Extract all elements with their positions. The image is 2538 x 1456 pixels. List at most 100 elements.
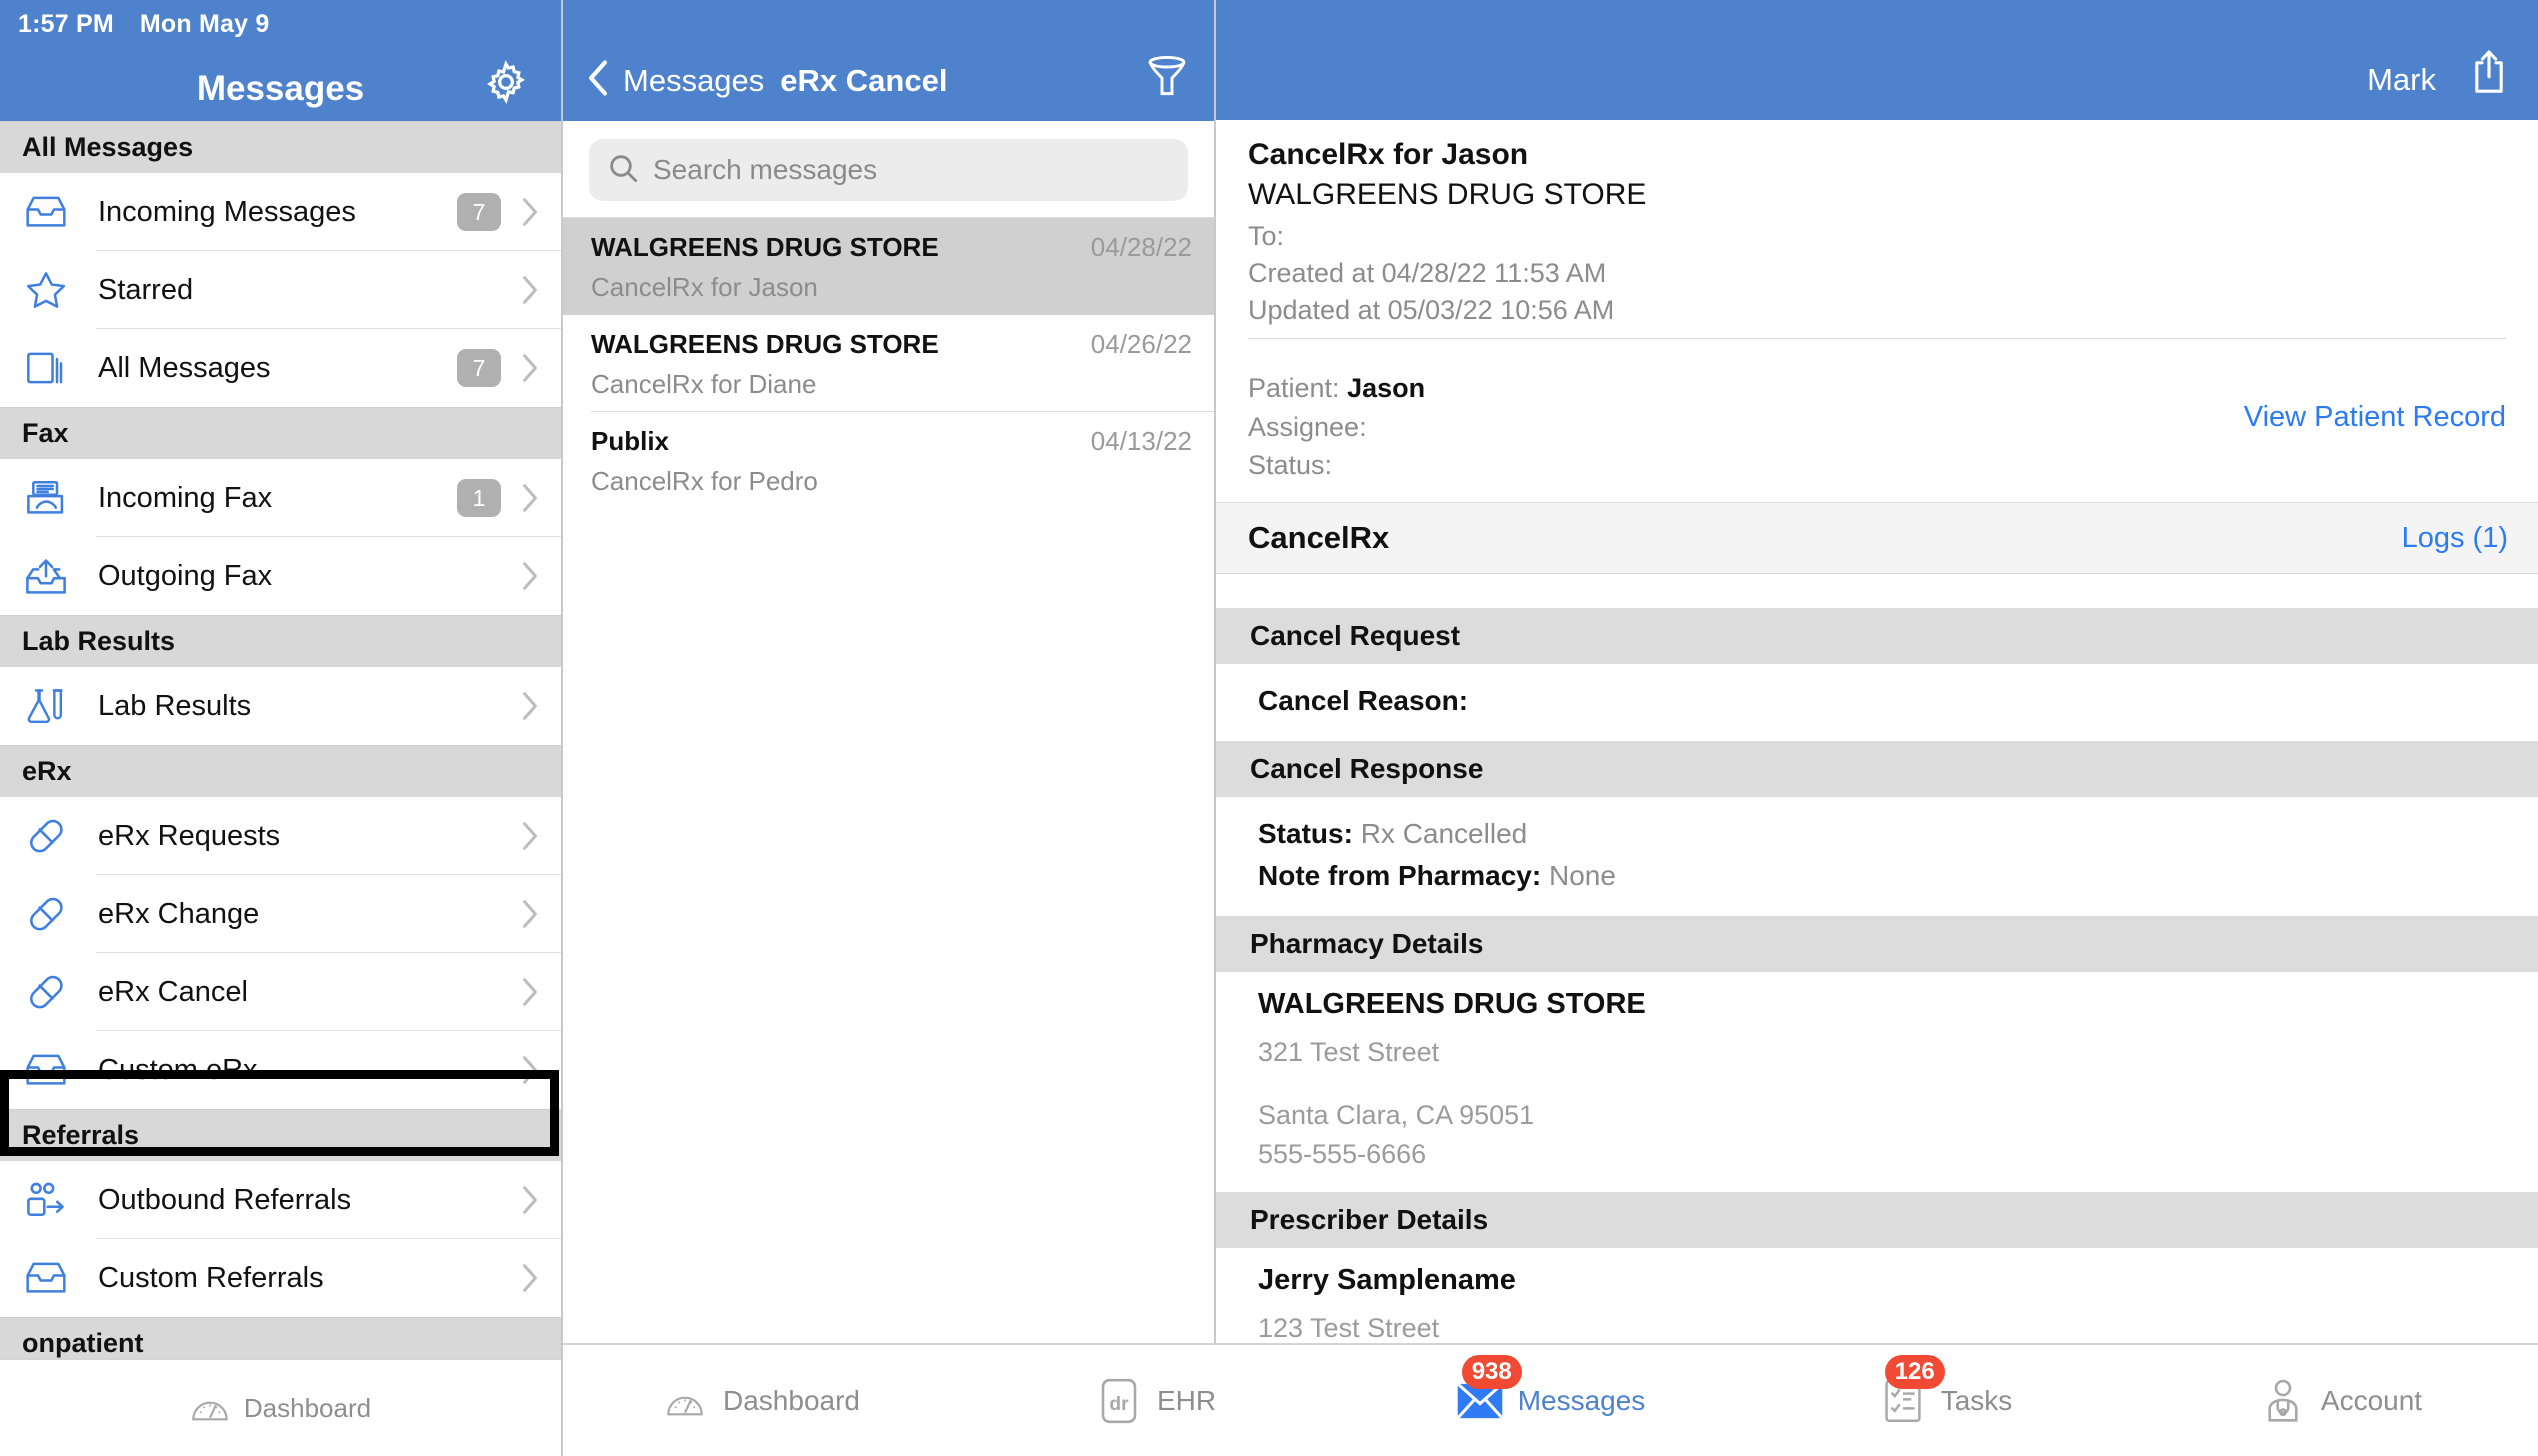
pharmacy-street: 321 Test Street [1258, 1036, 1440, 1067]
sidebar-item-incoming-fax[interactable]: Incoming Fax 1 [0, 459, 561, 537]
detail-title: CancelRx for Jason [1248, 138, 1529, 172]
pharmacy-city: Santa Clara, CA 95051 [1258, 1099, 1535, 1130]
logs-link[interactable]: Logs (1) [2402, 522, 2508, 555]
divider [1248, 338, 2506, 340]
sidebar-section-header: onpatient [0, 1317, 561, 1358]
fax-machine-icon [24, 476, 76, 520]
tab-badge: 938 [1461, 1354, 1522, 1389]
message-list-item[interactable]: WALGREENS DRUG STORE 04/26/22 CancelRx f… [563, 315, 1214, 412]
inbox-icon [24, 190, 76, 234]
tab-account[interactable]: Account [2143, 1377, 2538, 1425]
tab-tasks[interactable]: 126 Tasks [1748, 1354, 2143, 1425]
sidebar-item-label: Incoming Fax [98, 481, 273, 514]
cancelrx-bar: CancelRx Logs (1) [1216, 502, 2538, 575]
sidebar-item-badge: 7 [457, 193, 501, 231]
tab-dashboard[interactable]: Dashboard [563, 1377, 958, 1425]
chevron-right-icon [521, 353, 539, 383]
sidebar-item-erx-cancel[interactable]: eRx Cancel [0, 953, 561, 1031]
message-list-item[interactable]: WALGREENS DRUG STORE 04/28/22 CancelRx f… [563, 218, 1214, 315]
patient-label: Patient: [1248, 373, 1340, 404]
status-time: 1:57 PM [18, 10, 114, 38]
sidebar-footer-label: Dashboard [243, 1392, 372, 1423]
tab-label: Messages [1517, 1384, 1646, 1416]
sidebar-item-incoming-messages[interactable]: Incoming Messages 7 [0, 173, 561, 251]
doctor-avatar-icon [2259, 1377, 2307, 1425]
sidebar-section-header: Fax [0, 407, 561, 459]
sidebar-item-starred[interactable]: Starred [0, 251, 561, 329]
message-subject: CancelRx for Diane [591, 369, 817, 399]
cancel-response-body: Status: Rx Cancelled Note from Pharmacy:… [1216, 797, 2538, 916]
assignee-row: Assignee: [1248, 408, 2244, 446]
gear-icon[interactable] [483, 59, 529, 105]
sidebar-item-outgoing-fax[interactable]: Outgoing Fax [0, 537, 561, 615]
filter-funnel-icon[interactable] [1144, 53, 1190, 99]
inbox-icon [24, 1048, 76, 1092]
message-list-item[interactable]: Publix 04/13/22 CancelRx for Pedro [563, 412, 1214, 509]
back-chevron-icon[interactable] [587, 59, 609, 97]
message-date: 04/28/22 [1090, 232, 1192, 262]
dashboard-gauge-icon [661, 1377, 709, 1425]
sidebar-item-erx-change[interactable]: eRx Change [0, 875, 561, 953]
dr-ehr-icon: dr [1095, 1377, 1143, 1425]
status-row: Status: [1248, 446, 2244, 484]
message-list-column: Messages eRx Cancel Search messages WALG… [563, 0, 1216, 1456]
message-list: WALGREENS DRUG STORE 04/28/22 CancelRx f… [563, 217, 1214, 1456]
pill-capsule-icon [24, 814, 76, 858]
sidebar-section-header: Lab Results [0, 615, 561, 667]
search-input[interactable]: Search messages [589, 139, 1188, 201]
sidebar-menu: All Messages Incoming Messages 7 Starred… [0, 121, 561, 1358]
chevron-right-icon [521, 197, 539, 227]
chevron-right-icon [521, 483, 539, 513]
message-sender: Publix [591, 426, 670, 456]
tab-label: EHR [1156, 1384, 1217, 1416]
message-item-top: WALGREENS DRUG STORE 04/28/22 [591, 232, 1192, 263]
sidebar-footer-dashboard[interactable]: Dashboard [0, 1358, 561, 1456]
cancelrx-title: CancelRx [1248, 520, 1390, 556]
sidebar-item-label: All Messages [98, 351, 271, 384]
detail-panel: Mark CancelRx for Jason WALGREENS DRUG S… [1216, 0, 2538, 1456]
tab-messages[interactable]: 938 Messages [1353, 1354, 1748, 1425]
sidebar-item-label: eRx Requests [98, 819, 281, 852]
pill-capsule-icon [24, 970, 76, 1014]
detail-patient-block: Patient: Jason Assignee: Status: View Pa… [1216, 353, 2538, 502]
response-status-label: Status: [1258, 817, 1353, 849]
chevron-right-icon [521, 977, 539, 1007]
pharmacy-details-body: WALGREENS DRUG STORE 321 Test Street San… [1216, 972, 2538, 1192]
sidebar-item-outbound-referrals[interactable]: Outbound Referrals [0, 1161, 561, 1239]
share-icon[interactable] [2470, 48, 2508, 96]
assignee-label: Assignee: [1248, 411, 1367, 442]
view-patient-record-link[interactable]: View Patient Record [2244, 401, 2506, 434]
detail-summary: CancelRx for Jason WALGREENS DRUG STORE … [1216, 120, 2538, 353]
search-area: Search messages [563, 121, 1214, 217]
response-status-value: Rx Cancelled [1360, 817, 1528, 849]
envelope-icon: 938 [1456, 1354, 1522, 1425]
sidebar-item-label: Custom Referrals [98, 1261, 324, 1294]
sidebar-item-custom-erx[interactable]: Custom eRx [0, 1031, 561, 1109]
back-label[interactable]: Messages [623, 63, 764, 99]
sidebar-item-label: Custom eRx [98, 1053, 258, 1086]
section-pharmacy-details: Pharmacy Details [1216, 915, 2538, 972]
sidebar-item-badge: 1 [457, 479, 501, 517]
sidebar-item-label: Outbound Referrals [98, 1183, 352, 1216]
message-item-top: Publix 04/13/22 [591, 426, 1192, 457]
message-list-title: eRx Cancel [780, 63, 948, 98]
sidebar-item-lab-results[interactable]: Lab Results [0, 667, 561, 745]
message-sender: WALGREENS DRUG STORE [591, 329, 939, 359]
cancel-request-body: Cancel Reason: [1216, 664, 2538, 741]
tab-ehr[interactable]: dr EHR [958, 1377, 1353, 1425]
pharmacy-phone: 555-555-6666 [1258, 1139, 1427, 1170]
sidebar-item-custom-referrals[interactable]: Custom Referrals [0, 1239, 561, 1317]
detail-body: CancelRx for Jason WALGREENS DRUG STORE … [1216, 120, 2538, 1456]
sidebar-item-erx-requests[interactable]: eRx Requests [0, 797, 561, 875]
sidebar-item-all-messages[interactable]: All Messages 7 [0, 329, 561, 407]
chevron-right-icon [521, 1055, 539, 1085]
detail-updated: Updated at 05/03/22 10:56 AM [1248, 294, 1615, 325]
mark-button[interactable]: Mark [2367, 62, 2436, 98]
status-bar: 1:57 PM Mon May 9 [18, 10, 270, 39]
message-date: 04/13/22 [1090, 426, 1192, 456]
message-date: 04/26/22 [1090, 329, 1192, 359]
svg-text:dr: dr [1109, 1393, 1129, 1414]
tab-label: Tasks [1940, 1384, 2013, 1416]
section-cancel-request: Cancel Request [1216, 608, 2538, 665]
app-root: 1:57 PM Mon May 9 Messages All Messages … [0, 0, 2538, 1456]
